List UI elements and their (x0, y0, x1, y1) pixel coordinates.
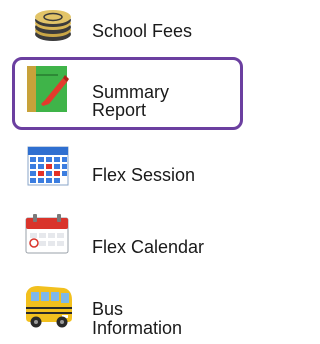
menu-item-label-line1: Summary (92, 82, 170, 102)
menu-item-label: Flex Calendar (92, 237, 205, 257)
menu-item-label: Flex Session (92, 165, 196, 185)
side-menu: School Fees Summary Report Flex Session … (0, 0, 252, 344)
menu-item-summary-report[interactable]: Summary Report (0, 57, 252, 130)
menu-item-flex-session[interactable]: Flex Session (0, 142, 252, 202)
coins-icon (35, 10, 71, 41)
school-bus-icon (26, 286, 72, 328)
grid-calendar-icon (27, 146, 69, 186)
summary-report-icon (27, 66, 69, 112)
menu-item-bus-information[interactable]: Bus Information (0, 278, 252, 344)
menu-item-label-line2: Report (92, 100, 147, 120)
menu-item-label-line1: Bus (92, 299, 124, 319)
menu-item-label-line2: Information (92, 318, 183, 338)
menu-item-school-fees[interactable]: School Fees (0, 0, 252, 54)
menu-item-label: School Fees (92, 21, 193, 41)
menu-item-flex-calendar[interactable]: Flex Calendar (0, 210, 252, 272)
calendar-icon (25, 214, 69, 254)
